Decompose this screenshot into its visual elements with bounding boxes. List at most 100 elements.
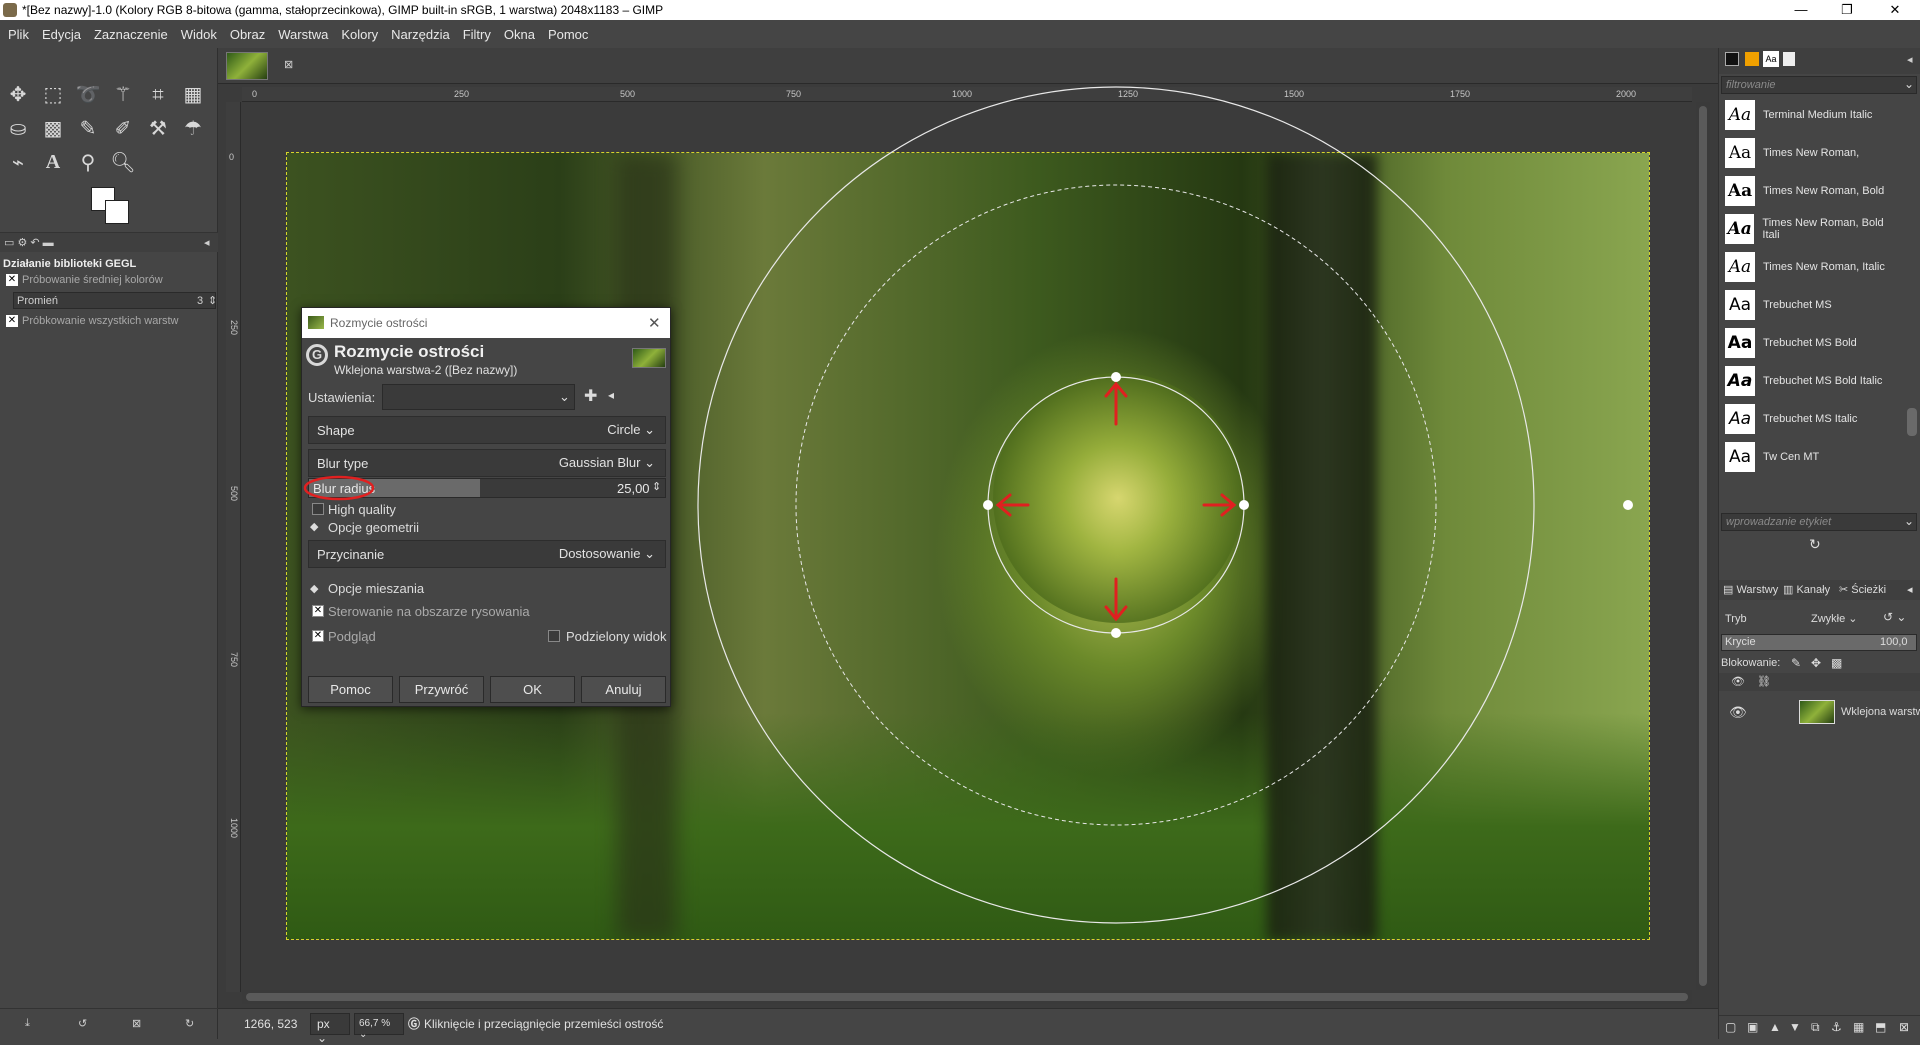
text-tool-icon[interactable]: A: [39, 148, 67, 176]
mode-dropdown[interactable]: Zwykłe ⌄: [1807, 610, 1877, 628]
scrollbar-thumb[interactable]: [246, 993, 1688, 1001]
anchor-layer-icon[interactable]: ⚓︎: [1831, 1020, 1842, 1034]
font-list-item[interactable]: Aa Times New Roman, Bold Itali: [1721, 210, 1901, 248]
reset-mode-icon[interactable]: ↺ ⌄: [1883, 610, 1906, 624]
handle-bottom[interactable]: [1111, 628, 1121, 638]
outer-focus-circle[interactable]: [697, 86, 1535, 924]
settings-dropdown[interactable]: ⌄: [382, 384, 575, 410]
font-list-item[interactable]: Aa Terminal Medium Italic: [1721, 96, 1901, 134]
font-list-item[interactable]: Aa Trebuchet MS Italic: [1721, 400, 1901, 438]
panel-menu-icon[interactable]: ◂: [204, 236, 210, 249]
fuzzy-select-tool-icon[interactable]: ⚚: [109, 80, 137, 108]
spinner-arrows-icon[interactable]: ⇕: [208, 294, 217, 307]
lock-pixels-icon[interactable]: ✎: [1791, 656, 1801, 670]
lock-alpha-icon[interactable]: ▩: [1831, 656, 1842, 670]
raise-layer-icon[interactable]: ▲: [1769, 1020, 1781, 1034]
menu-windows[interactable]: Okna: [496, 27, 540, 42]
tag-entry-input[interactable]: wprowadzanie etykiet ⌄: [1721, 513, 1917, 531]
scrollbar-thumb[interactable]: [1699, 106, 1707, 986]
sample-merged-checkbox[interactable]: ✕: [6, 315, 18, 327]
opacity-slider[interactable]: Krycie 100,0: [1721, 634, 1917, 651]
image-tab-thumbnail[interactable]: [226, 52, 268, 80]
zoom-selector[interactable]: 66,7 % ⌄: [354, 1013, 404, 1040]
menu-colors[interactable]: Kolory: [333, 27, 383, 42]
font-list-item[interactable]: Aa Trebuchet MS Bold: [1721, 324, 1901, 362]
reset-button[interactable]: Przywróć: [399, 676, 484, 703]
panel-menu-icon[interactable]: ◂: [1907, 583, 1913, 596]
geometry-options-expander[interactable]: Opcje geometrii: [328, 520, 419, 535]
tab-paths[interactable]: ✂ Ścieżki: [1839, 583, 1886, 596]
dialog-close-icon[interactable]: ✕: [648, 314, 661, 332]
maximize-button[interactable]: ❐: [1824, 0, 1870, 20]
paths-tool-icon[interactable]: ⌁: [4, 148, 32, 176]
horizontal-scrollbar[interactable]: [242, 990, 1692, 1004]
background-color-swatch[interactable]: [105, 200, 129, 224]
mask-icon[interactable]: ▦: [1853, 1020, 1864, 1034]
preview-checkbox[interactable]: ✕: [312, 630, 324, 642]
on-canvas-controls-checkbox[interactable]: ✕: [312, 605, 324, 617]
eraser-tool-icon[interactable]: ✐: [109, 114, 137, 142]
menu-filters[interactable]: Filtry: [455, 27, 496, 42]
smudge-tool-icon[interactable]: ☂: [179, 114, 207, 142]
radius-spinner[interactable]: Promień 3 ⇕: [13, 292, 217, 309]
handle-left[interactable]: [983, 500, 993, 510]
reset-options-icon[interactable]: ↻: [185, 1017, 194, 1030]
fonts-tab-icon[interactable]: Aa: [1763, 51, 1779, 67]
font-list-item[interactable]: Aa Trebuchet MS Bold Italic: [1721, 362, 1901, 400]
minimize-button[interactable]: —: [1778, 0, 1824, 20]
help-button[interactable]: Pomoc: [308, 676, 393, 703]
handle-top[interactable]: [1111, 372, 1121, 382]
cancel-button[interactable]: Anuluj: [581, 676, 666, 703]
clipping-combo[interactable]: Przycinanie Dostosowanie ⌄: [308, 540, 666, 568]
font-list-item[interactable]: Aa Times New Roman, Italic: [1721, 248, 1901, 286]
vertical-scrollbar[interactable]: [1696, 102, 1710, 990]
sample-average-checkbox[interactable]: ✕: [6, 274, 18, 286]
rect-select-tool-icon[interactable]: ⬚: [39, 80, 67, 108]
expander-icon[interactable]: ◆: [310, 520, 318, 533]
shape-combo[interactable]: Shape Circle ⌄: [308, 416, 666, 444]
high-quality-checkbox[interactable]: [312, 503, 324, 515]
font-list-scrollbar-thumb[interactable]: [1907, 408, 1917, 436]
brushes-tab-icon[interactable]: [1725, 52, 1739, 66]
paintbrush-tool-icon[interactable]: ✎: [74, 114, 102, 142]
color-picker-tool-icon[interactable]: ⚲: [74, 148, 102, 176]
merge-icon[interactable]: ⬒: [1875, 1020, 1886, 1034]
font-list-item[interactable]: Aa Times New Roman,: [1721, 134, 1901, 172]
midpoint-focus-circle[interactable]: [795, 184, 1437, 826]
expander-icon[interactable]: ◆: [310, 582, 318, 595]
transform-tool-icon[interactable]: ▦: [179, 80, 207, 108]
menu-image[interactable]: Obraz: [222, 27, 270, 42]
lasso-tool-icon[interactable]: ➰: [74, 80, 102, 108]
spinner-arrows-icon[interactable]: ⇕: [652, 480, 661, 493]
tool-options-tab-icon[interactable]: ▭ ⚙ ↶ ▬: [4, 236, 54, 249]
font-list-item[interactable]: Aa Tw Cen MT: [1721, 438, 1901, 476]
warp-tool-icon[interactable]: ⛀: [4, 114, 32, 142]
preset-menu-icon[interactable]: ◂: [608, 388, 614, 402]
add-preset-icon[interactable]: ✚: [584, 386, 597, 406]
new-group-icon[interactable]: ▣: [1747, 1020, 1758, 1034]
panel-menu-icon[interactable]: ◂: [1907, 53, 1913, 66]
font-list-item[interactable]: Aa Times New Roman, Bold: [1721, 172, 1901, 210]
delete-options-icon[interactable]: ⊠: [132, 1017, 141, 1030]
menu-edit[interactable]: Edycja: [34, 27, 86, 42]
duplicate-layer-icon[interactable]: ⧉: [1811, 1020, 1820, 1035]
blur-type-combo[interactable]: Blur type Gaussian Blur ⌄: [308, 449, 666, 477]
menu-select[interactable]: Zaznaczenie: [86, 27, 173, 42]
blending-options-expander[interactable]: Opcje mieszania: [328, 581, 424, 596]
crop-tool-icon[interactable]: ⌗: [144, 80, 172, 108]
menu-help[interactable]: Pomoc: [540, 27, 593, 42]
unit-selector[interactable]: px ⌄: [310, 1013, 350, 1045]
refresh-fonts-icon[interactable]: ↻: [1809, 536, 1821, 553]
menu-file[interactable]: Plik: [0, 27, 34, 42]
lock-position-icon[interactable]: ✥: [1811, 656, 1821, 670]
save-options-icon[interactable]: ⤓: [25, 1017, 30, 1030]
menu-tools[interactable]: Narzędzia: [383, 27, 455, 42]
font-filter-input[interactable]: filtrowanie ⌄: [1721, 76, 1917, 94]
layer-row[interactable]: 👁︎ Wklejona warstw: [1719, 696, 1920, 730]
split-view-checkbox[interactable]: [548, 630, 560, 642]
document-tab-icon[interactable]: [1783, 52, 1795, 66]
clone-tool-icon[interactable]: ⚒: [144, 114, 172, 142]
handle-right[interactable]: [1239, 500, 1249, 510]
gradient-tool-icon[interactable]: ▩: [39, 114, 67, 142]
dialog-titlebar[interactable]: Rozmycie ostrości ✕: [302, 308, 670, 338]
